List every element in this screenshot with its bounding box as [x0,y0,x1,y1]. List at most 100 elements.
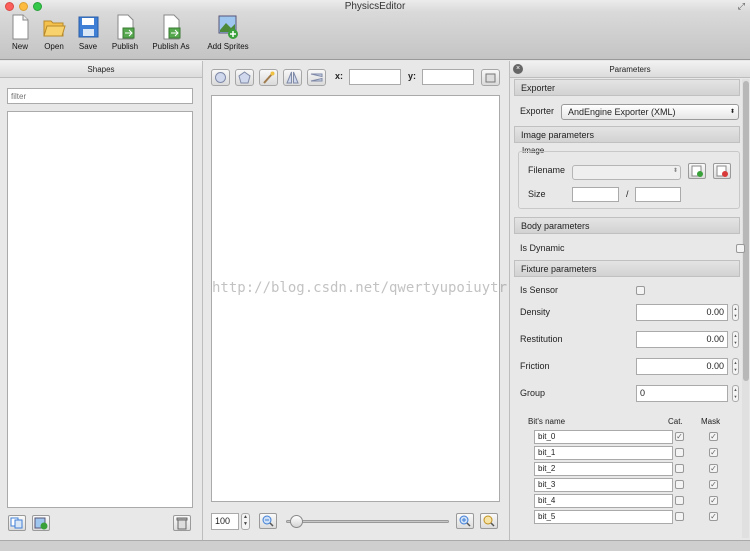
group-stepper[interactable]: ▲ ▼ [732,385,739,402]
shapes-list[interactable] [7,111,193,508]
is-dynamic-checkbox[interactable] [736,244,745,253]
exporter-label: Exporter [520,106,555,116]
delete-shape-button[interactable] [173,515,191,531]
publish-as-label: Publish As [152,42,190,51]
zoom-input[interactable]: 100 [211,513,239,530]
zoom-slider-track[interactable] [286,520,449,523]
zoom-out-icon [262,515,274,527]
x-input[interactable] [349,69,401,85]
add-sprite-icon [34,517,48,530]
publish-button[interactable]: Publish [110,13,140,51]
size-width-input[interactable] [572,187,619,202]
bits-name-header: Bit's name [528,417,566,426]
polygon-tool-button[interactable] [235,69,254,86]
flip-horizontal-icon [286,71,299,84]
close-panel-icon[interactable]: × [513,64,523,74]
density-input[interactable]: 0.00 [636,304,728,321]
bit-cat-checkbox[interactable] [675,512,684,521]
zoom-fit-button[interactable] [480,513,498,529]
bit-cat-checkbox[interactable] [675,480,684,489]
filename-select[interactable]: ⬍ [572,165,681,180]
density-stepper[interactable]: ▲ ▼ [732,304,739,321]
save-label: Save [78,42,98,51]
bit-name-input[interactable]: bit_3 [534,478,673,492]
friction-input[interactable]: 0.00 [636,358,728,375]
exporter-select[interactable]: AndEngine Exporter (XML) ⬍ [561,104,739,120]
y-input[interactable] [422,69,474,85]
shape-canvas[interactable] [211,95,500,502]
parameters-panel-title: Parameters [510,61,750,78]
zoom-fit-icon [483,515,495,527]
circle-icon [215,72,226,83]
floppy-disk-icon [76,13,100,41]
image-parameters-section-header: Image parameters [514,126,740,143]
friction-stepper[interactable]: ▲ ▼ [732,358,739,375]
select-arrows-icon: ⬍ [672,168,678,174]
remove-image-button[interactable] [713,163,731,179]
magic-wand-icon [263,71,275,84]
size-label: Size [528,189,546,199]
flip-vertical-icon [310,73,323,82]
bit-mask-checkbox[interactable]: ✓ [709,512,718,521]
body-parameters-section-header: Body parameters [514,217,740,234]
is-sensor-checkbox[interactable] [636,286,645,295]
bit-name-input[interactable]: bit_5 [534,510,673,524]
bit-name-input[interactable]: bit_1 [534,446,673,460]
bit-name-input[interactable]: bit_2 [534,462,673,476]
duplicate-icon [10,517,23,529]
duplicate-shape-button[interactable] [8,515,26,531]
open-button[interactable]: Open [40,13,68,51]
trash-icon [176,517,188,530]
parameters-panel: Parameters × Exporter Exporter AndEngine… [509,61,750,540]
trace-settings-button[interactable] [481,69,500,86]
zoom-slider-knob[interactable] [290,515,303,528]
flip-horizontal-button[interactable] [283,69,302,86]
zoom-stepper[interactable]: ▲ ▼ [241,513,250,530]
flip-vertical-button[interactable] [307,69,326,86]
fullscreen-icon[interactable]: ⤢ [738,1,745,12]
save-button[interactable]: Save [74,13,102,51]
bit-cat-checkbox[interactable] [675,448,684,457]
bit-mask-checkbox[interactable]: ✓ [709,496,718,505]
bit-cat-checkbox[interactable] [675,464,684,473]
bit-mask-checkbox[interactable]: ✓ [709,448,718,457]
open-image-button[interactable] [688,163,706,179]
bit-mask-checkbox[interactable]: ✓ [709,464,718,473]
group-input[interactable]: 0 [636,385,728,402]
bit-mask-checkbox[interactable]: ✓ [709,432,718,441]
remove-image-icon [716,165,728,177]
bit-cat-checkbox[interactable]: ✓ [675,432,684,441]
new-button[interactable]: New [6,13,34,51]
bit-mask-checkbox[interactable]: ✓ [709,480,718,489]
density-label: Density [520,307,551,317]
add-shape-button[interactable] [32,515,50,531]
filename-label: Filename [528,165,566,175]
parameters-scrollbar-thumb[interactable] [743,81,749,381]
polygon-icon [238,71,251,84]
fixture-parameters-section-header: Fixture parameters [514,260,740,277]
size-separator: / [626,189,629,199]
publish-as-button[interactable]: Publish As [150,13,192,51]
bits-table: Bit's name Cat. Mask bit_0 ✓ ✓ bit_1 ✓ bit… [517,413,739,539]
x-label: x: [335,71,344,81]
restitution-stepper[interactable]: ▲ ▼ [732,331,739,348]
shapes-panel: Shapes [0,61,203,540]
restitution-input[interactable]: 0.00 [636,331,728,348]
title-bar: PhysicsEditor ⤢ [0,0,750,13]
circle-tool-button[interactable] [211,69,230,86]
is-sensor-label: Is Sensor [520,285,559,295]
filter-input[interactable] [7,88,193,104]
bit-name-input[interactable]: bit_4 [534,494,673,508]
add-sprites-button[interactable]: Add Sprites [204,13,252,51]
publish-icon [113,13,137,41]
bit-name-input[interactable]: bit_0 [534,430,673,444]
canvas-panel: x: y: 100 ▲ ▼ [204,61,508,540]
zoom-in-icon [459,515,471,527]
size-height-input[interactable] [635,187,681,202]
bit-cat-checkbox[interactable] [675,496,684,505]
zoom-out-button[interactable] [259,513,277,529]
exporter-select-value: AndEngine Exporter (XML) [568,107,676,117]
magic-wand-tool-button[interactable] [259,69,278,86]
select-arrows-icon: ⬍ [729,109,735,115]
zoom-in-button[interactable] [456,513,474,529]
